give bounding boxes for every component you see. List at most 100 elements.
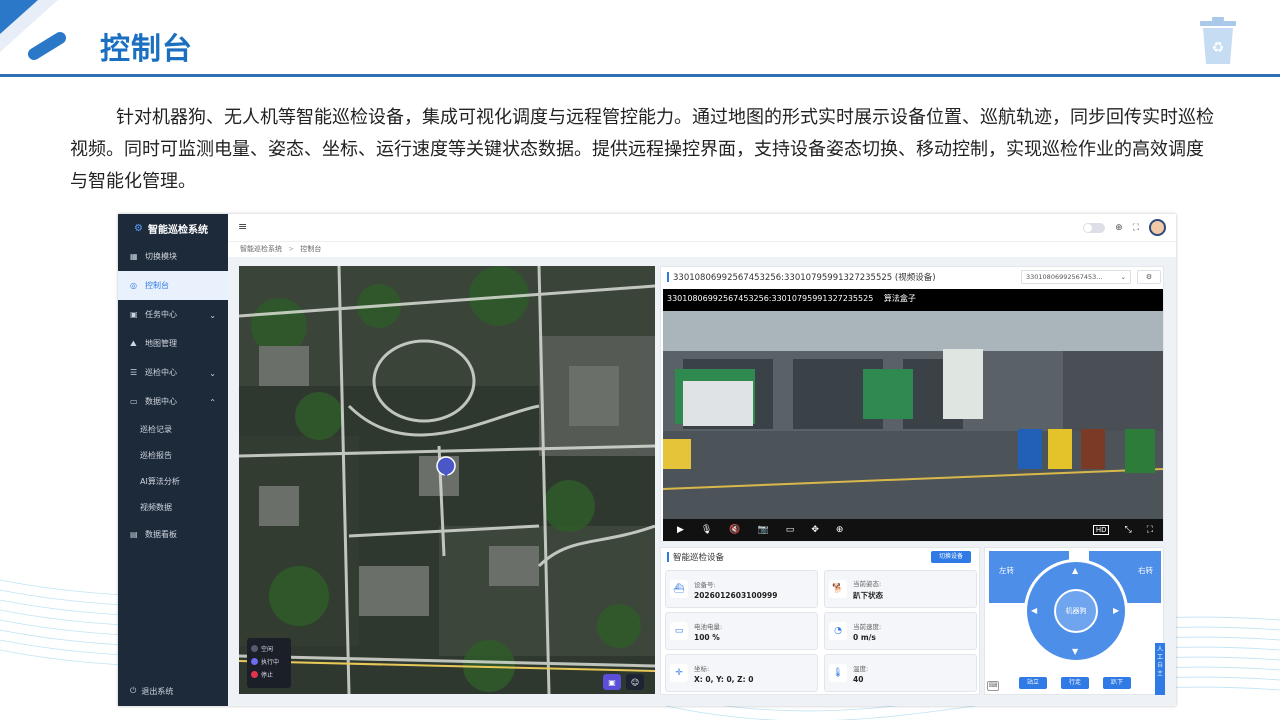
chevron-down-icon: ⌄ (1120, 273, 1126, 281)
battery-icon: ▭ (670, 622, 688, 640)
sidebar-item-dashboard[interactable]: ◎ 控制台 (118, 271, 228, 300)
card-battery: ▭ 电池电量: 100 % (665, 612, 818, 650)
ptz-icon[interactable]: ✥ (811, 525, 819, 535)
live-video-frame[interactable]: 33010806992567453256:3301079599132723552… (663, 289, 1163, 541)
fullscreen-icon[interactable]: ⛶ (1147, 525, 1153, 535)
video-settings-icon[interactable]: ⚙ (1137, 270, 1161, 284)
sidebar-subitem-inspection-records[interactable]: 巡检记录 (118, 416, 228, 442)
calendar-icon: ▣ (130, 309, 138, 319)
dashboard-icon: ◎ (130, 280, 137, 290)
slide-title: 控制台 (100, 32, 193, 67)
sidebar: ⚙ 智能巡检系统 ▦ 切换模块 ◎ 控制台 ▣ 任务中心 ⌄ ⛰ 地图管理 ☰ (118, 214, 228, 706)
board-icon: ▤ (130, 529, 138, 539)
sidebar-subitem-ai-analysis[interactable]: AI算法分析 (118, 468, 228, 494)
legend-item-idle: 空闲 (251, 642, 287, 655)
sidebar-item-switch-module[interactable]: ▦ 切换模块 (118, 242, 228, 271)
remote-control-pad: 左转 右转 ▲ ▼ ◀ ▶ 机器狗 站立 行走 趴下 人工 自主 ⌨ (984, 547, 1165, 695)
card-temperature: 🌡 温度: 40 (824, 654, 977, 692)
map-user-icon[interactable]: ☺ (626, 674, 644, 690)
control-mode-tab[interactable]: 人工 自主 (1155, 643, 1165, 695)
robot-dog-center-button[interactable]: 机器狗 (1054, 589, 1098, 633)
title-accent-bar (667, 272, 669, 282)
keyboard-icon[interactable]: ⌨ (987, 681, 999, 691)
topbar: ≡ ⊕ ⛶ (228, 214, 1176, 241)
logout-button[interactable]: ⏻ 退出系统 (118, 676, 228, 706)
breadcrumb-separator: > (288, 245, 295, 253)
sidebar-item-map-management[interactable]: ⛰ 地图管理 (118, 329, 228, 358)
mute-icon[interactable]: 🔇 (729, 525, 740, 535)
arrow-left-icon[interactable]: ◀ (1031, 606, 1037, 615)
hamburger-menu-icon[interactable]: ≡ (238, 220, 247, 233)
svg-text:♻: ♻ (1212, 40, 1225, 56)
card-device-id: ⛴ 设备号: 2026012603100999 (665, 570, 818, 608)
card-speed: ◔ 当前速度: 0 m/s (824, 612, 977, 650)
legend-item-running: 执行中 (251, 655, 287, 668)
thermometer-icon: 🌡 (829, 664, 847, 682)
sidebar-brand: ⚙ 智能巡检系统 (118, 214, 228, 242)
device-info-panel: 智能巡检设备 切换设备 ⛴ 设备号: 2026012603100999 🐕 当前姿… (660, 547, 980, 695)
switch-device-button[interactable]: 切换设备 (931, 551, 971, 563)
exit-fullscreen-icon[interactable]: ⤡ (1124, 525, 1131, 535)
map-status-legend: 空闲 执行中 停止 (247, 638, 291, 688)
ship-icon: ⛴ (670, 580, 688, 598)
power-icon: ⏻ (130, 686, 137, 695)
arrow-up-icon[interactable]: ▲ (1072, 566, 1078, 575)
record-video-icon[interactable]: ▭ (786, 525, 795, 535)
video-controls: ▶ 🎙 🔇 📷 ▭ ✥ ⊕ HD ⤡ ⛶ (663, 519, 1163, 541)
sidebar-item-data-board[interactable]: ▤ 数据看板 (118, 520, 228, 549)
card-coordinates: ✛ 坐标: X: 0, Y: 0, Z: 0 (665, 654, 818, 692)
status-dot-idle (251, 645, 258, 652)
sidebar-subitem-inspection-report[interactable]: 巡检报告 (118, 442, 228, 468)
title-divider (0, 74, 1280, 77)
video-caption: 33010806992567453256:3301079599132723552… (667, 294, 916, 303)
sidebar-item-task-center[interactable]: ▣ 任务中心 ⌄ (118, 300, 228, 329)
video-panel: 33010806992567453256:3301079599132723552… (660, 266, 1164, 542)
chevron-up-icon: ⌃ (209, 398, 216, 407)
lie-down-button[interactable]: 趴下 (1103, 677, 1131, 689)
walk-button[interactable]: 行走 (1061, 677, 1089, 689)
breadcrumb: 智能巡检系统 > 控制台 (228, 241, 1176, 257)
corner-stripe-decoration (0, 0, 66, 60)
device-status-cards: ⛴ 设备号: 2026012603100999 🐕 当前姿态: 趴下状态 ▭ 电池电… (665, 570, 977, 692)
dog-icon: 🐕 (829, 580, 847, 598)
camera-snapshot-icon[interactable]: 📷 (758, 525, 769, 535)
avatar[interactable] (1149, 219, 1166, 236)
list-icon: ☰ (130, 367, 138, 377)
app-window: ⚙ 智能巡检系统 ▦ 切换模块 ◎ 控制台 ▣ 任务中心 ⌄ ⛰ 地图管理 ☰ (118, 214, 1176, 706)
video-device-select[interactable]: 33010806992567453... ⌄ (1021, 270, 1131, 284)
video-controls-right: HD ⤡ ⛶ (1092, 525, 1163, 535)
brand-name: 智能巡检系统 (147, 224, 208, 236)
microphone-icon[interactable]: 🎙 (701, 525, 712, 535)
zoom-in-icon[interactable]: ⊕ (836, 525, 844, 535)
play-icon[interactable]: ▶ (677, 525, 684, 535)
posture-buttons: 站立 行走 趴下 (1019, 677, 1131, 689)
sidebar-item-inspection-center[interactable]: ☰ 巡检中心 ⌄ (118, 358, 228, 387)
satellite-map[interactable]: 空闲 执行中 停止 ▣ ☺ (239, 266, 655, 694)
globe-icon[interactable]: ⊕ (1115, 223, 1123, 233)
status-dot-running (251, 658, 258, 665)
topbar-tools: ⊕ ⛶ (1083, 219, 1166, 236)
intro-paragraph: 针对机器狗、无人机等智能巡检设备，集成可视化调度与远程管控能力。通过地图的形式实… (70, 107, 1214, 192)
sidebar-subitem-video-data[interactable]: 视频数据 (118, 494, 228, 520)
coordinate-icon: ✛ (670, 664, 688, 682)
robot-logo-icon: ⚙ (134, 222, 143, 234)
stand-button[interactable]: 站立 (1019, 677, 1047, 689)
sidebar-item-data-center[interactable]: ▭ 数据中心 ⌃ (118, 387, 228, 416)
theme-toggle[interactable] (1083, 222, 1106, 233)
grid-icon: ▦ (130, 251, 138, 261)
breadcrumb-item-home[interactable]: 智能巡检系统 (240, 245, 282, 253)
hd-toggle[interactable]: HD (1092, 525, 1110, 535)
video-panel-title: 33010806992567453256:3301079599132723552… (673, 273, 936, 283)
card-posture: 🐕 当前姿态: 趴下状态 (824, 570, 977, 608)
chevron-down-icon: ⌄ (209, 311, 216, 320)
map-view-buttons: ▣ ☺ (603, 674, 644, 690)
arrow-right-icon[interactable]: ▶ (1113, 606, 1119, 615)
fullscreen-icon[interactable]: ⛶ (1133, 223, 1139, 233)
map-layer-icon[interactable]: ▣ (603, 674, 621, 690)
map-imagery (239, 266, 655, 694)
recycle-bin-icon: ♻ (1200, 17, 1236, 64)
device-panel-title: 智能巡检设备 (673, 553, 725, 563)
arrow-down-icon[interactable]: ▼ (1072, 647, 1078, 656)
map-icon: ⛰ (130, 338, 137, 348)
live-video-scene (663, 311, 1163, 519)
